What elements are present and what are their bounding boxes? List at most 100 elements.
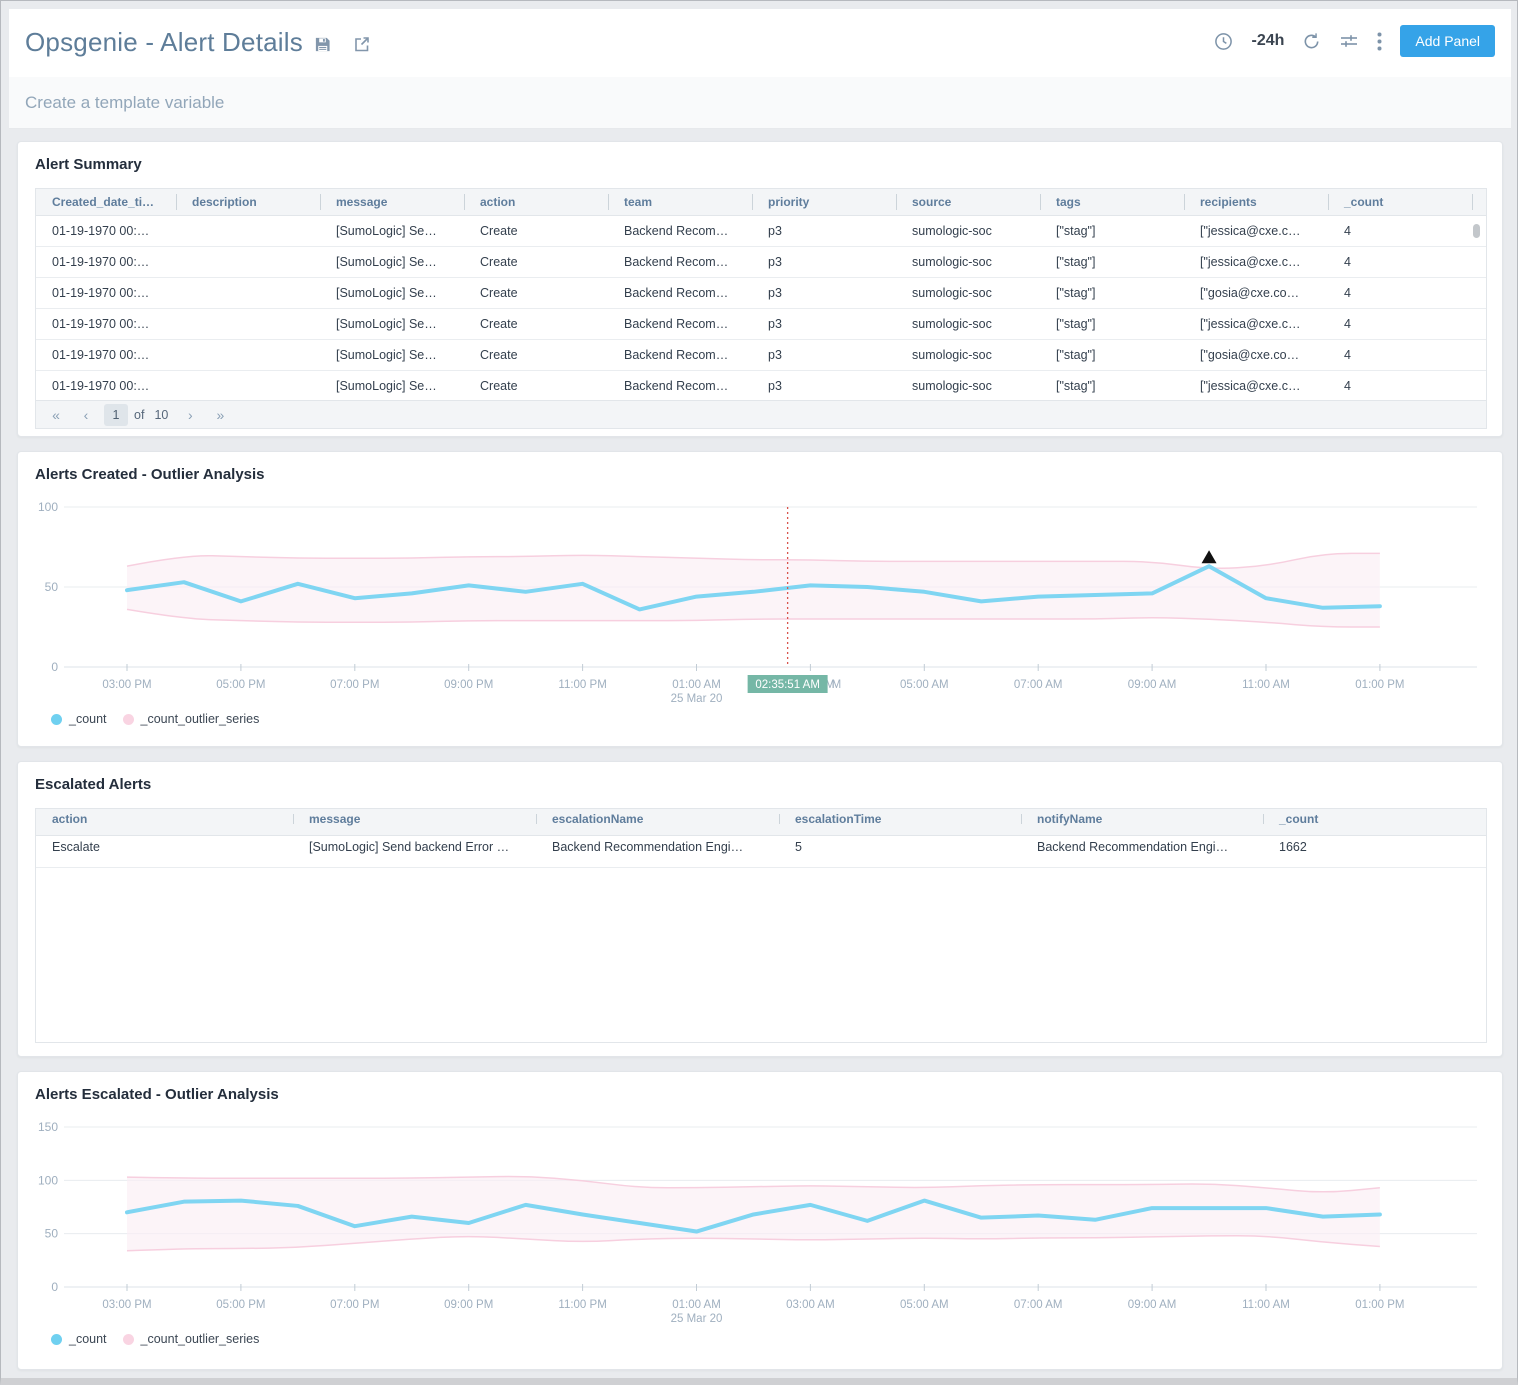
pagination-prev-button[interactable]: ‹ xyxy=(74,404,98,426)
column-header-action[interactable]: action xyxy=(464,189,608,215)
legend-dot-pink xyxy=(123,714,134,725)
table-cell: Create xyxy=(464,371,608,401)
legend-item-count[interactable]: _count xyxy=(51,1332,107,1346)
table-cell: ["stag"] xyxy=(1040,216,1184,246)
pagination-last-button[interactable]: » xyxy=(208,404,232,426)
svg-text:05:00 PM: 05:00 PM xyxy=(216,679,265,691)
table-cell: 4 xyxy=(1328,371,1472,401)
time-range-value[interactable]: -24h xyxy=(1251,32,1284,50)
table-cell: 01-19-1970 00:… xyxy=(36,340,176,370)
column-header-escalationtime[interactable]: escalationTime xyxy=(779,809,1021,829)
row-gutter xyxy=(1472,371,1488,401)
kebab-menu-icon[interactable] xyxy=(1377,32,1382,51)
table-cell: ["stag"] xyxy=(1040,309,1184,339)
column-header-message[interactable]: message xyxy=(320,189,464,215)
table-cell: 4 xyxy=(1328,309,1472,339)
table-cell: ["stag"] xyxy=(1040,247,1184,277)
svg-text:100: 100 xyxy=(38,1173,58,1187)
panel-title: Alerts Created - Outlier Analysis xyxy=(35,466,265,483)
legend-item-count[interactable]: _count xyxy=(51,712,107,726)
pagination-of-label: of xyxy=(134,408,144,422)
svg-text:25 Mar 20: 25 Mar 20 xyxy=(671,693,723,705)
column-header-message[interactable]: message xyxy=(293,809,536,829)
svg-text:01:00 PM: 01:00 PM xyxy=(1355,679,1404,691)
table-cell: 01-19-1970 00:… xyxy=(36,309,176,339)
legend-item-outlier-series[interactable]: _count_outlier_series xyxy=(123,1332,260,1346)
table-scrollbar-thumb[interactable] xyxy=(1473,224,1480,238)
table-cell xyxy=(176,247,320,277)
svg-text:01:00 PM: 01:00 PM xyxy=(1355,1299,1404,1311)
pagination-current-page[interactable]: 1 xyxy=(104,404,128,426)
table-cell: 01-19-1970 00:… xyxy=(36,247,176,277)
legend-dot-blue xyxy=(51,1334,62,1345)
table-cell: ["stag"] xyxy=(1040,371,1184,401)
table-cell: Create xyxy=(464,278,608,308)
column-header-priority[interactable]: priority xyxy=(752,189,896,215)
column-header-count[interactable]: _count xyxy=(1263,809,1486,829)
svg-text:07:00 PM: 07:00 PM xyxy=(330,679,379,691)
table-cell: [SumoLogic] Send backend Error … xyxy=(293,836,536,859)
table-cell: 1662 xyxy=(1263,836,1486,859)
column-header-source[interactable]: source xyxy=(896,189,1040,215)
svg-text:05:00 AM: 05:00 AM xyxy=(900,1299,949,1311)
sliders-icon[interactable] xyxy=(1339,32,1359,50)
legend-dot-pink xyxy=(123,1334,134,1345)
table-row[interactable]: 01-19-1970 00:…[SumoLogic] Se…CreateBack… xyxy=(36,247,1486,278)
column-header-escalationname[interactable]: escalationName xyxy=(536,809,779,829)
svg-text:07:00 PM: 07:00 PM xyxy=(330,1299,379,1311)
table-row[interactable]: 01-19-1970 00:…[SumoLogic] Se…CreateBack… xyxy=(36,371,1486,402)
escalated-alerts-table: actionmessageescalationNameescalationTim… xyxy=(35,808,1487,1043)
table-row[interactable]: 01-19-1970 00:…[SumoLogic] Se…CreateBack… xyxy=(36,278,1486,309)
table-cell xyxy=(176,340,320,370)
svg-text:07:00 AM: 07:00 AM xyxy=(1014,1299,1063,1311)
svg-text:09:00 PM: 09:00 PM xyxy=(444,679,493,691)
table-cell: ["stag"] xyxy=(1040,278,1184,308)
column-header-created-date-ti[interactable]: Created_date_ti… xyxy=(36,189,176,215)
add-panel-button[interactable]: Add Panel xyxy=(1400,25,1495,57)
page-title: Opsgenie - Alert Details xyxy=(25,27,303,58)
table-cell: p3 xyxy=(752,340,896,370)
column-header-recipients[interactable]: recipients xyxy=(1184,189,1328,215)
table-cell: Create xyxy=(464,340,608,370)
table-cell: ["jessica@cxe.c… xyxy=(1184,371,1328,401)
column-header-count[interactable]: _count xyxy=(1328,189,1472,215)
row-gutter xyxy=(1472,278,1488,308)
svg-text:02:35:51 AM: 02:35:51 AM xyxy=(755,679,820,691)
table-cell: p3 xyxy=(752,216,896,246)
column-header-notifyname[interactable]: notifyName xyxy=(1021,809,1263,829)
legend-item-outlier-series[interactable]: _count_outlier_series xyxy=(123,712,260,726)
table-cell: [SumoLogic] Se… xyxy=(320,371,464,401)
table-cell xyxy=(176,371,320,401)
row-gutter xyxy=(1472,340,1488,370)
svg-text:01:00 AM: 01:00 AM xyxy=(672,679,721,691)
svg-text:150: 150 xyxy=(38,1120,58,1134)
table-cell: 01-19-1970 00:… xyxy=(36,371,176,401)
column-header-description[interactable]: description xyxy=(176,189,320,215)
table-cell: sumologic-soc xyxy=(896,216,1040,246)
refresh-icon[interactable] xyxy=(1302,32,1321,51)
table-row[interactable]: 01-19-1970 00:…[SumoLogic] Se…CreateBack… xyxy=(36,340,1486,371)
column-header-action[interactable]: action xyxy=(36,809,293,829)
table-header-row: Created_date_ti…descriptionmessageaction… xyxy=(36,189,1486,216)
clock-icon[interactable] xyxy=(1214,32,1233,51)
svg-text:03:00 PM: 03:00 PM xyxy=(102,1299,151,1311)
column-header-tags[interactable]: tags xyxy=(1040,189,1184,215)
header-gutter xyxy=(1472,189,1488,215)
table-row[interactable]: Escalate[SumoLogic] Send backend Error …… xyxy=(36,836,1486,868)
table-row[interactable]: 01-19-1970 00:…[SumoLogic] Se…CreateBack… xyxy=(36,216,1486,247)
svg-text:11:00 PM: 11:00 PM xyxy=(558,679,606,691)
export-icon[interactable] xyxy=(353,35,371,53)
create-template-variable-button[interactable]: Create a template variable xyxy=(25,93,224,113)
pagination-total-pages: 10 xyxy=(150,408,172,422)
table-row[interactable]: 01-19-1970 00:…[SumoLogic] Se…CreateBack… xyxy=(36,309,1486,340)
chart-canvas[interactable]: 05010003:00 PM05:00 PM07:00 PM09:00 PM11… xyxy=(18,492,1504,706)
pagination-next-button[interactable]: › xyxy=(178,404,202,426)
save-icon[interactable] xyxy=(314,36,331,53)
table-cell: ["jessica@cxe.c… xyxy=(1184,309,1328,339)
chart-canvas[interactable]: 05010015003:00 PM05:00 PM07:00 PM09:00 P… xyxy=(18,1112,1504,1326)
table-cell: ["gosia@cxe.co… xyxy=(1184,278,1328,308)
alerts-escalated-outlier-panel: Alerts Escalated - Outlier Analysis 0501… xyxy=(17,1071,1503,1370)
column-header-team[interactable]: team xyxy=(608,189,752,215)
chart-legend: _count _count_outlier_series xyxy=(51,1332,259,1346)
pagination-first-button[interactable]: « xyxy=(44,404,68,426)
